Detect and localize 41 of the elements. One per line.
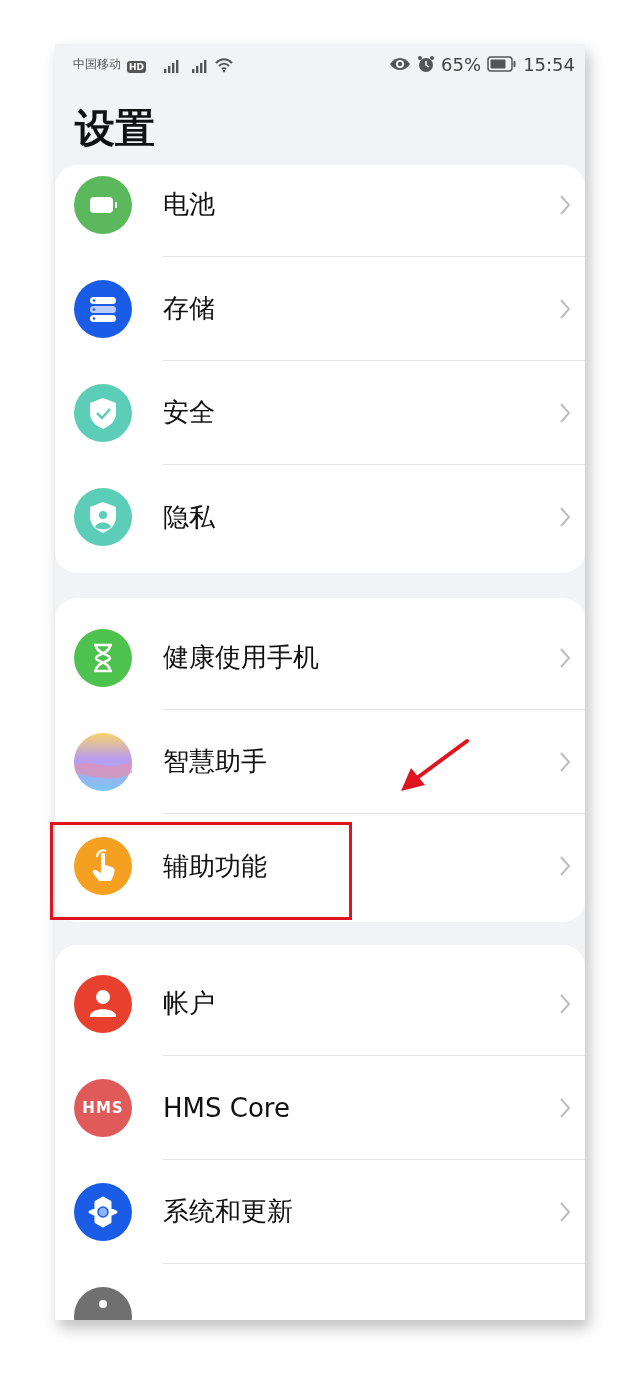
eye-icon [389,56,412,72]
settings-row[interactable]: 隐私 [55,465,585,569]
chevron-icon [559,401,571,424]
logo-badge: HMS [74,1079,132,1137]
battery-icon [487,56,518,72]
settings-row[interactable]: 智慧助手 [55,710,585,814]
chevron-icon [559,1200,571,1223]
chevron-icon [559,855,571,877]
battery-percent: 65% [441,53,482,75]
row-label: 健康使用手机 [163,641,319,674]
chevron-icon [559,506,571,528]
settings-row[interactable]: 安全 [55,361,585,465]
chevron-icon [559,992,571,1015]
settings-row[interactable]: 存储 [55,257,585,361]
settings-row[interactable]: HMS HMS Core [55,1056,585,1160]
row-label: 存储 [163,292,215,325]
chevron-icon [559,297,571,320]
chevron-icon [559,193,571,216]
settings-row[interactable]: 系统和更新 [55,1160,585,1264]
pointer-arrow [401,739,469,791]
row-label: HMS Core [163,1092,290,1123]
settings-row[interactable]: 辅助功能 [55,814,585,918]
settings-row[interactable]: 健康使用手机 [55,606,585,710]
row-label: 安全 [163,396,215,429]
carrier-name: 中国移动 [73,55,121,73]
chevron-icon [559,750,571,773]
row-label: 帐户 [163,987,215,1020]
chevron-icon [559,1096,571,1119]
clock-time: 15:54 [523,53,575,75]
wifi-icon [214,56,234,73]
row-label: 隐私 [163,500,215,534]
row-label: 系统和更新 [163,1195,293,1228]
settings-row[interactable]: 帐户 [55,952,585,1056]
row-label: 辅助功能 [163,849,267,883]
row-label: 电池 [163,188,215,221]
hd-badge: HD [127,60,146,73]
settings-row[interactable]: 电池 [55,153,585,257]
row-label: 智慧助手 [163,745,267,778]
alarm-icon [417,55,436,73]
page-title: 设置 [73,104,156,153]
chevron-icon [559,646,571,669]
